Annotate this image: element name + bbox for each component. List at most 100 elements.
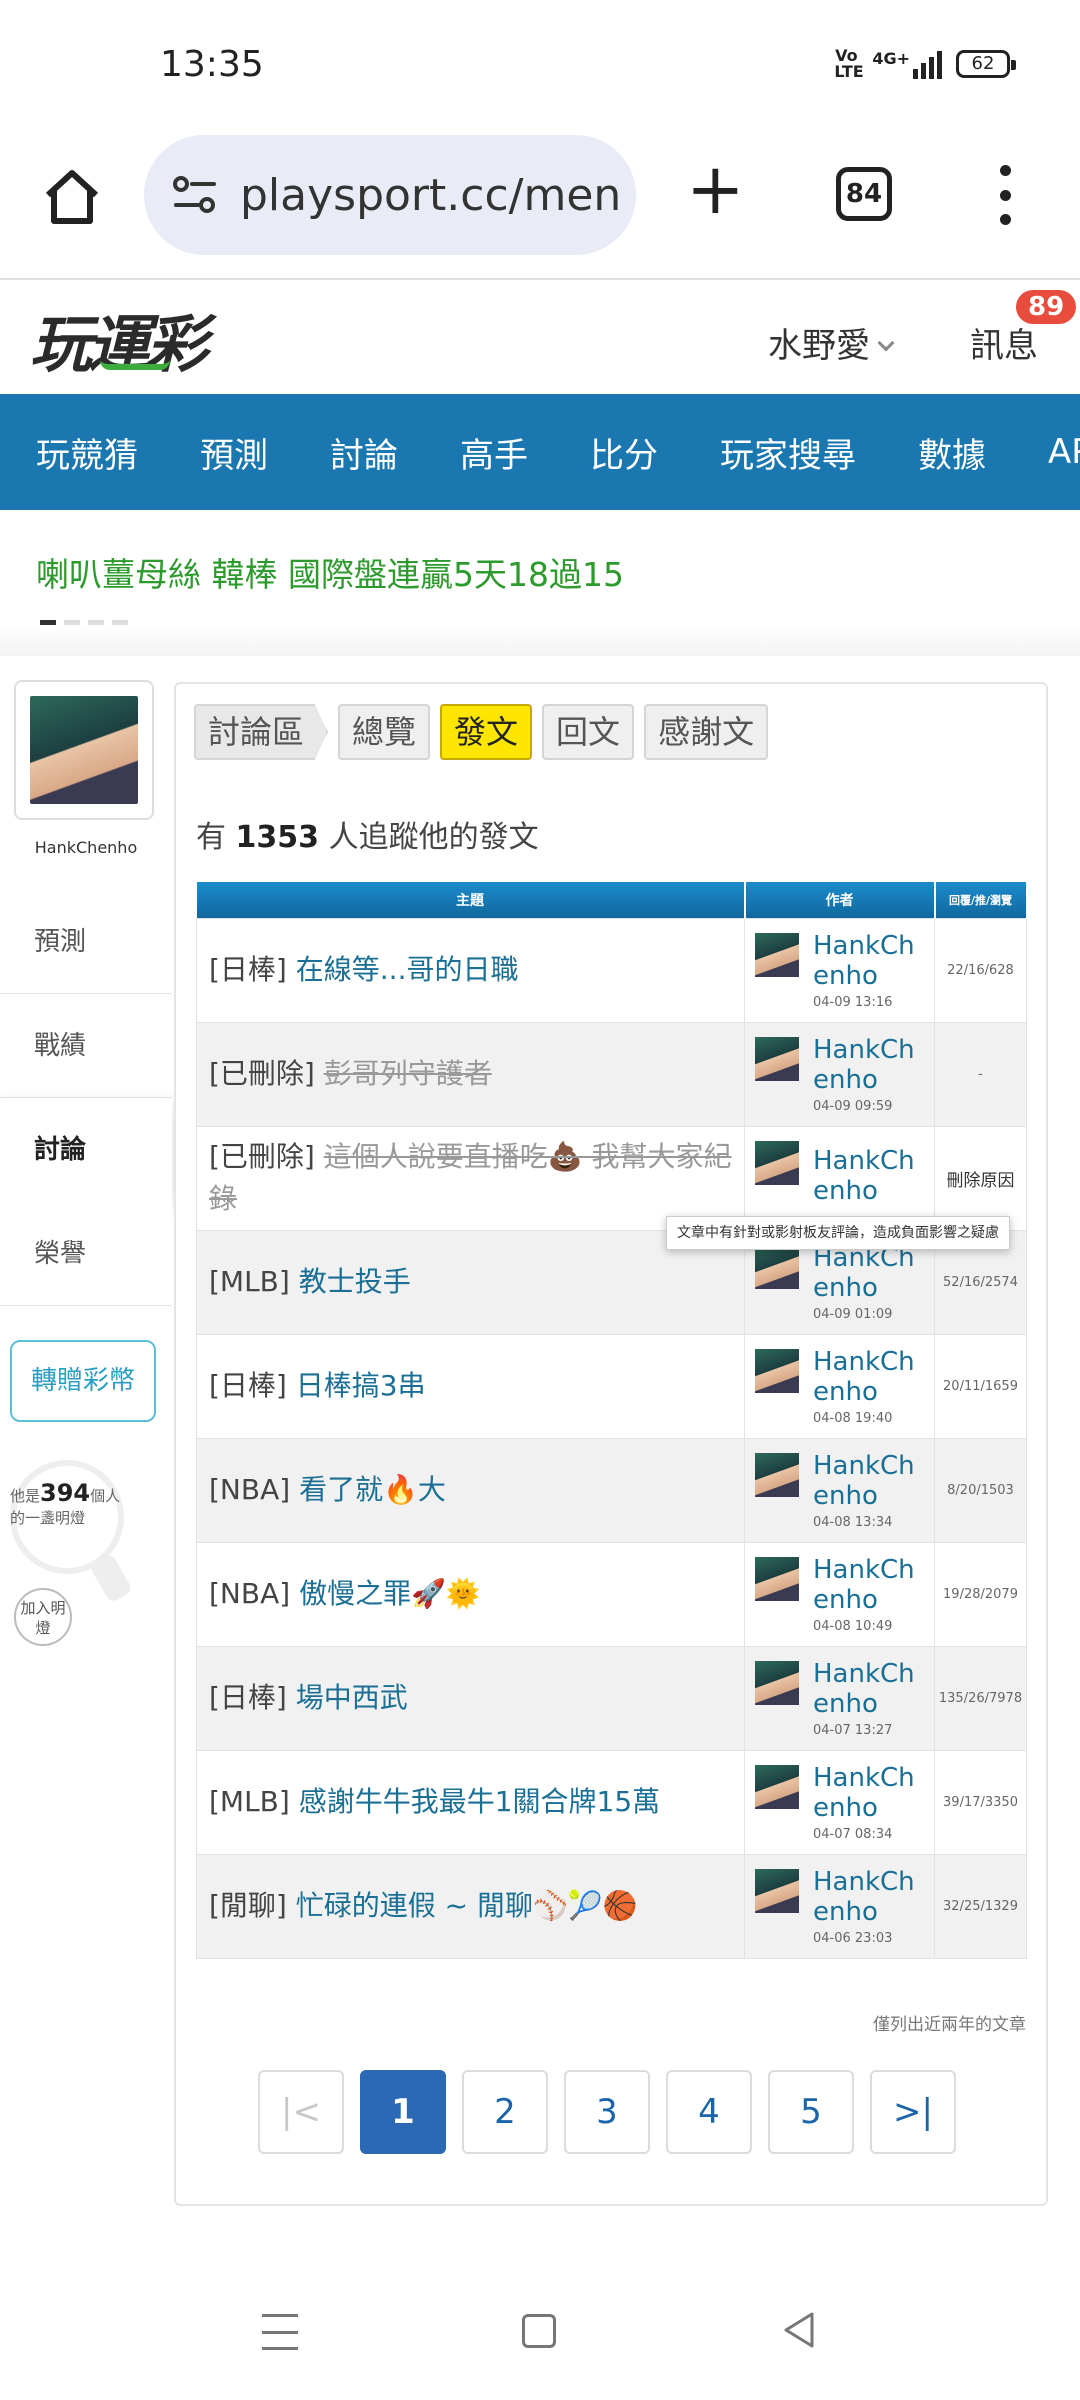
sidebar-item-honor[interactable]: 榮譽 bbox=[0, 1202, 172, 1306]
sidebar-item-record[interactable]: 戰績 bbox=[0, 994, 172, 1098]
page-2[interactable]: 2 bbox=[462, 2070, 548, 2154]
nav-item-experts[interactable]: 高手 bbox=[460, 428, 528, 477]
author-avatar[interactable] bbox=[755, 1556, 799, 1601]
table-row[interactable]: [NBA] 看了就🔥大 HankChenho 04-08 13:34 8/20/150… bbox=[196, 1437, 1027, 1543]
recent-apps-icon[interactable] bbox=[262, 2314, 298, 2350]
author-cell: HankChenho bbox=[744, 1125, 935, 1231]
nav-item-discuss[interactable]: 討論 bbox=[330, 428, 398, 477]
carousel-dots bbox=[40, 620, 128, 625]
table-row[interactable]: [已刪除] 彭哥列守護者 HankChenho 04-09 09:59 - bbox=[196, 1021, 1027, 1127]
author-link[interactable]: HankChenho bbox=[813, 1243, 928, 1303]
author-avatar[interactable] bbox=[755, 1660, 799, 1705]
author-link[interactable]: HankChenho bbox=[813, 1763, 928, 1823]
nav-item-app[interactable]: APP bbox=[1048, 432, 1080, 472]
page-1[interactable]: 1 bbox=[360, 2070, 446, 2154]
new-tab-button[interactable]: + bbox=[686, 154, 745, 224]
join-bulb-button[interactable]: 加入明燈 bbox=[14, 1588, 72, 1646]
last-page-button[interactable]: >| bbox=[870, 2070, 956, 2154]
url-text[interactable]: playsport.cc/men bbox=[240, 170, 621, 221]
delete-reason-link[interactable]: 刪除原因 bbox=[934, 1125, 1027, 1231]
topic-link[interactable]: 傲慢之罪🚀🌞 bbox=[299, 1577, 481, 1610]
author-link[interactable]: HankChenho bbox=[813, 1451, 928, 1511]
tab-thanks[interactable]: 感謝文 bbox=[644, 704, 769, 760]
table-row[interactable]: [MLB] 感謝牛牛我最牛1關合牌15萬 HankChenho 04-07 08:3… bbox=[196, 1749, 1027, 1855]
nav-item-data[interactable]: 數據 bbox=[918, 428, 986, 477]
author-avatar[interactable] bbox=[755, 1764, 799, 1809]
username[interactable]: 水野愛 bbox=[768, 326, 870, 366]
author-link[interactable]: HankChenho bbox=[813, 1867, 928, 1927]
table-row[interactable]: [已刪除] 這個人說要直播吃💩 我幫大家紀錄 HankChenho 刪除原因 bbox=[196, 1125, 1027, 1231]
topic-cell[interactable]: [閒聊] 忙碌的連假 ~ 閒聊⚾🎾🏀 bbox=[196, 1853, 745, 1959]
topic-cell[interactable]: [NBA] 傲慢之罪🚀🌞 bbox=[196, 1541, 745, 1647]
home-icon[interactable] bbox=[40, 165, 104, 229]
topic-cell[interactable]: [日棒] 在線等...哥的日職 bbox=[196, 917, 745, 1023]
author-link[interactable]: HankChenho bbox=[813, 1347, 928, 1407]
topic-link[interactable]: 忙碌的連假 ~ 閒聊⚾🎾🏀 bbox=[296, 1889, 638, 1922]
table-row[interactable]: [NBA] 傲慢之罪🚀🌞 HankChenho 04-08 10:49 19/28/2… bbox=[196, 1541, 1027, 1647]
author-link[interactable]: HankChenho bbox=[813, 1035, 928, 1095]
tab-overview[interactable]: 總覽 bbox=[338, 704, 431, 760]
tab-replies[interactable]: 回文 bbox=[542, 704, 635, 760]
author-avatar[interactable] bbox=[755, 932, 799, 977]
topic-link[interactable]: 教士投手 bbox=[299, 1265, 411, 1298]
topic-link[interactable]: 場中西武 bbox=[296, 1681, 408, 1714]
topic-cell[interactable]: [已刪除] 彭哥列守護者 bbox=[196, 1021, 745, 1127]
topic-link[interactable]: 看了就🔥大 bbox=[299, 1473, 446, 1506]
home-nav-icon[interactable] bbox=[522, 2314, 556, 2348]
topic-cell[interactable]: [MLB] 教士投手 bbox=[196, 1229, 745, 1335]
sidebar-item-predict[interactable]: 預測 bbox=[0, 890, 172, 994]
tab-forum-crumb[interactable]: 討論區 bbox=[194, 704, 329, 760]
author-avatar[interactable] bbox=[755, 1244, 799, 1289]
post-time: 04-06 23:03 bbox=[813, 1930, 893, 1946]
nav-item-player-search[interactable]: 玩家搜尋 bbox=[720, 428, 856, 477]
table-row[interactable]: [日棒] 日棒搞3串 HankChenho 04-08 19:40 20/11/165… bbox=[196, 1333, 1027, 1439]
avatar[interactable] bbox=[14, 680, 154, 820]
topic-cell[interactable]: [MLB] 感謝牛牛我最牛1關合牌15萬 bbox=[196, 1749, 745, 1855]
promo-banner[interactable]: 喇叭薑母絲 韓棒 國際盤連贏5天18過15 bbox=[36, 548, 624, 596]
back-icon[interactable] bbox=[780, 2310, 820, 2350]
post-time: 04-07 13:27 bbox=[813, 1722, 893, 1738]
nav-item-guess[interactable]: 玩競猜 bbox=[36, 428, 138, 477]
table-row[interactable]: [閒聊] 忙碌的連假 ~ 閒聊⚾🎾🏀 HankChenho 04-06 23:03 3… bbox=[196, 1853, 1027, 1959]
page-4[interactable]: 4 bbox=[666, 2070, 752, 2154]
author-avatar[interactable] bbox=[755, 1140, 799, 1185]
first-page-button[interactable]: |< bbox=[258, 2070, 344, 2154]
table-row[interactable]: [日棒] 場中西武 HankChenho 04-07 13:27 135/26/797… bbox=[196, 1645, 1027, 1751]
url-bar[interactable]: playsport.cc/men bbox=[144, 135, 636, 255]
table-row[interactable]: [日棒] 在線等...哥的日職 HankChenho 04-09 13:16 22/1… bbox=[196, 917, 1027, 1023]
browser-menu-button[interactable] bbox=[990, 165, 1020, 225]
nav-item-scores[interactable]: 比分 bbox=[590, 428, 658, 477]
site-settings-icon[interactable] bbox=[172, 175, 218, 215]
author-avatar[interactable] bbox=[755, 1036, 799, 1081]
post-time: 04-09 13:16 bbox=[813, 994, 893, 1010]
author-link[interactable]: HankChenho bbox=[813, 931, 928, 991]
tab-posts[interactable]: 發文 bbox=[440, 704, 533, 760]
author-avatar[interactable] bbox=[755, 1868, 799, 1913]
author-avatar[interactable] bbox=[755, 1452, 799, 1497]
author-avatar[interactable] bbox=[755, 1348, 799, 1393]
author-link[interactable]: HankChenho bbox=[813, 1146, 928, 1206]
sidebar-item-discuss[interactable]: 討論 bbox=[0, 1098, 172, 1202]
topic-cell[interactable]: [日棒] 場中西武 bbox=[196, 1645, 745, 1751]
author-link[interactable]: HankChenho bbox=[813, 1659, 928, 1719]
topic-tag: [已刪除] bbox=[209, 1140, 315, 1173]
page-5[interactable]: 5 bbox=[768, 2070, 854, 2154]
gift-coins-button[interactable]: 轉贈彩幣 bbox=[10, 1340, 156, 1422]
tab-switcher-button[interactable]: 84 bbox=[836, 167, 892, 221]
user-menu[interactable]: 水野愛 bbox=[768, 318, 895, 367]
nav-item-predict[interactable]: 預測 bbox=[200, 428, 268, 477]
stats-cell: - bbox=[934, 1021, 1027, 1127]
topic-link[interactable]: 感謝牛牛我最牛1關合牌15萬 bbox=[299, 1785, 660, 1818]
topic-cell[interactable]: [NBA] 看了就🔥大 bbox=[196, 1437, 745, 1543]
topic-cell[interactable]: [已刪除] 這個人說要直播吃💩 我幫大家紀錄 bbox=[196, 1125, 745, 1231]
topic-cell[interactable]: [日棒] 日棒搞3串 bbox=[196, 1333, 745, 1439]
topic-link[interactable]: 在線等...哥的日職 bbox=[296, 953, 519, 986]
author-link[interactable]: HankChenho bbox=[813, 1555, 928, 1615]
messages-link[interactable]: 訊息 bbox=[970, 318, 1038, 367]
topic-link[interactable]: 日棒搞3串 bbox=[296, 1369, 426, 1402]
topic-tag: [已刪除] bbox=[209, 1057, 315, 1090]
posts-table: 主題 作者 回覆/推/瀏覽 [日棒] 在線等...哥的日職 HankChenho 0… bbox=[196, 882, 1028, 1959]
site-logo[interactable]: 玩運彩 bbox=[30, 294, 208, 384]
stats-cell: 19/28/2079 bbox=[934, 1541, 1027, 1647]
page-3[interactable]: 3 bbox=[564, 2070, 650, 2154]
